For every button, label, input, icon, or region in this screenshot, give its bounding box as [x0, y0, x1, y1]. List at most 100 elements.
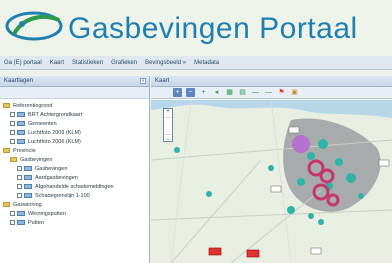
tree-node[interactable]: Afgehandelde schademeldingen [0, 182, 149, 191]
tree-node-label: Gasbevingen [20, 156, 53, 163]
zoom-out-button[interactable]: − [164, 137, 172, 143]
layer-checkbox[interactable] [10, 130, 15, 135]
tree-node[interactable]: Gasbevingen [0, 155, 149, 164]
tree-node-label: Winningsputten [28, 210, 66, 217]
zoom-slider[interactable] [165, 117, 171, 135]
previous-icon[interactable]: ◂ [212, 88, 221, 97]
tree-node[interactable]: Gaswinning [0, 200, 149, 209]
tree-node[interactable]: Gasbevingen [0, 164, 149, 173]
menubar: Ga (E) portaal Kaart Statistieken Grafie… [0, 56, 392, 70]
map-panel-title: Kaart [155, 78, 170, 84]
map-toolbar: + − + ◂ ▦ ▤ — — ⚑ ▣ [151, 87, 392, 99]
tree-node[interactable]: Winningsputten [0, 209, 149, 218]
layer-icon [17, 112, 25, 117]
measure-icon[interactable]: — [264, 88, 273, 97]
quake-marker [297, 178, 305, 186]
tree-node[interactable]: Provincie [0, 146, 149, 155]
page-title: Gasbevingen Portaal [68, 12, 358, 45]
folder-icon [3, 202, 10, 207]
folder-icon [10, 157, 17, 162]
tree-node-label: Afgehandelde schademeldingen [35, 183, 114, 190]
quake-marker [307, 152, 315, 160]
quake-marker [287, 206, 295, 214]
menu-item-metadata[interactable]: Metadata [194, 60, 219, 66]
folder-icon [3, 148, 10, 153]
tree-node-label: BRT Achtergrondkaart [28, 111, 83, 118]
layer-icon [24, 175, 32, 180]
layer-icon [17, 220, 25, 225]
layers-toolbar [0, 87, 149, 99]
tree-node[interactable]: Putten [0, 218, 149, 227]
layer-icon [24, 184, 32, 189]
menu-item-kaart[interactable]: Kaart [50, 60, 64, 66]
quake-marker [335, 158, 343, 166]
quake-marker [318, 139, 328, 149]
quake-marker [308, 213, 314, 219]
tree-node[interactable]: Schadegrenslijn 1-100 [0, 191, 149, 200]
line-icon[interactable]: — [251, 88, 260, 97]
tree-node-label: Gemeenten [28, 120, 57, 127]
heavy-quake-marker [292, 135, 310, 153]
map-canvas[interactable]: + − [151, 100, 392, 263]
quake-marker [318, 219, 324, 225]
logo-icon [5, 11, 63, 41]
tree-node-label: Luchtfoto 2006 (KLM) [28, 138, 81, 145]
layer-checkbox[interactable] [10, 211, 15, 216]
export-icon[interactable]: ▣ [290, 88, 299, 97]
quake-marker [268, 165, 274, 171]
menu-item-bevingsbeeld[interactable]: Bevingsbeeld » [145, 60, 186, 66]
add-icon[interactable]: + [199, 88, 208, 97]
quake-marker [206, 191, 212, 197]
layers-icon[interactable]: ▤ [238, 88, 247, 97]
quake-marker [174, 147, 180, 153]
menu-item-portal[interactable]: Ga (E) portaal [4, 60, 42, 66]
layer-checkbox[interactable] [17, 175, 22, 180]
zoom-in-button[interactable]: + [164, 109, 172, 115]
collapse-icon[interactable]: « [140, 78, 146, 84]
tree-node-label: Schadegrenslijn 1-100 [35, 192, 90, 199]
tree-node[interactable]: Referentiegrond [0, 101, 149, 110]
layer-icon [24, 193, 32, 198]
layers-panel: Kaartlagen « Referentiegrond BRT Achtergr… [0, 76, 150, 263]
layer-checkbox[interactable] [10, 112, 15, 117]
menu-item-statistieken[interactable]: Statistieken [72, 60, 103, 66]
tree-node[interactable]: Luchtfoto 2006 (KLM) [0, 137, 149, 146]
layer-icon [24, 166, 32, 171]
zoom-out-icon[interactable]: − [186, 88, 195, 97]
layer-icon [17, 139, 25, 144]
layer-checkbox[interactable] [10, 139, 15, 144]
layer-checkbox[interactable] [10, 121, 15, 126]
quake-marker [346, 173, 356, 183]
map-svg [151, 100, 392, 263]
tree-node-label: Luchtfoto 2009 (KLM) [28, 129, 81, 136]
flag-icon[interactable]: ⚑ [277, 88, 286, 97]
tree-node-label: Gasbevingen [35, 165, 68, 172]
quake-marker [358, 193, 364, 199]
folder-icon [3, 103, 10, 108]
tree-node[interactable]: BRT Achtergrondkaart [0, 110, 149, 119]
header: Gasbevingen Portaal [0, 0, 392, 56]
tree-node-label: Gaswinning [13, 201, 42, 208]
tree-node-label: Putten [28, 219, 44, 226]
layers-panel-title: Kaartlagen [4, 78, 34, 84]
layer-icon [17, 211, 25, 216]
layer-checkbox[interactable] [17, 184, 22, 189]
tree-node-label: Aardgasbevingen [35, 174, 78, 181]
zoom-control[interactable]: + − [163, 108, 173, 143]
tree-node[interactable]: Gemeenten [0, 119, 149, 128]
layer-tree: Referentiegrond BRT Achtergrondkaart Gemee… [0, 99, 149, 227]
map-panel: Kaart + − + ◂ ▦ ▤ — — ⚑ ▣ + − [151, 76, 392, 263]
layer-checkbox[interactable] [17, 166, 22, 171]
map-panel-header: Kaart [151, 76, 392, 87]
menu-item-grafieken[interactable]: Grafieken [111, 60, 137, 66]
tree-node-label: Provincie [13, 147, 36, 154]
tree-node-label: Referentiegrond [13, 102, 53, 109]
layer-checkbox[interactable] [17, 193, 22, 198]
layers-panel-header: Kaartlagen « [0, 76, 149, 87]
layer-icon [17, 121, 25, 126]
tree-node[interactable]: Aardgasbevingen [0, 173, 149, 182]
zoom-in-icon[interactable]: + [173, 88, 182, 97]
layer-checkbox[interactable] [10, 220, 15, 225]
grid-icon[interactable]: ▦ [225, 88, 234, 97]
tree-node[interactable]: Luchtfoto 2009 (KLM) [0, 128, 149, 137]
